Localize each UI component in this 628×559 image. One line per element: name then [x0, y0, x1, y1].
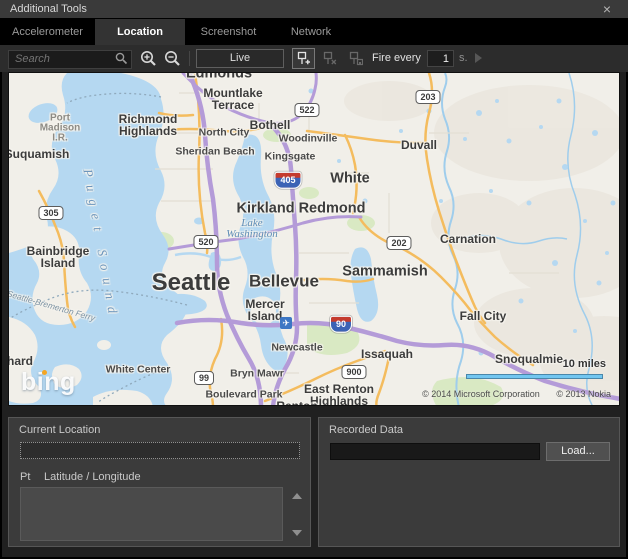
tab-location[interactable]: Location [95, 19, 185, 45]
map-label: Lake Washington [226, 218, 278, 240]
clear-pushpins-button[interactable] [318, 48, 341, 69]
map-canvas[interactable]: Edmonds Mountlake Terrace Port Madison I.R… [8, 72, 620, 406]
route-shield: 305 [38, 206, 63, 220]
tab-network[interactable]: Network [272, 19, 350, 45]
current-location-title: Current Location [19, 424, 100, 436]
zoom-out-icon[interactable] [164, 50, 182, 68]
current-location-panel: Current Location Pt Latitude / Longitude [8, 417, 311, 547]
additional-tools-window: Additional Tools × Accelerometer Locatio… [0, 0, 628, 559]
bing-logo-text: bing [21, 368, 76, 396]
save-pushpins-button[interactable] [344, 48, 367, 69]
bing-logo[interactable]: bing [21, 368, 76, 397]
map-label: Richmond Highlands [119, 113, 178, 137]
title-bar[interactable]: Additional Tools × [0, 0, 628, 19]
map-label: Carnation [440, 233, 496, 245]
map-label: North City [199, 128, 250, 139]
zoom-in-icon[interactable] [140, 50, 158, 68]
map-scale: 10 miles [466, 354, 606, 379]
route-shield: 522 [294, 103, 319, 117]
map-scale-bar [466, 374, 603, 379]
map-toolbar: Live Fire every s. [0, 45, 628, 72]
map-label: Woodinville [279, 134, 338, 145]
scroll-up-icon[interactable] [292, 493, 302, 499]
fire-interval-input[interactable] [427, 50, 454, 67]
route-shield: 405 [274, 172, 301, 189]
bing-logo-dot [42, 370, 47, 375]
map-label: Seattle [152, 271, 231, 295]
map-label: Bellevue [249, 272, 319, 289]
recorded-data-panel: Recorded Data Load... [318, 417, 620, 547]
column-header-pt: Pt [20, 471, 30, 483]
scroll-down-icon[interactable] [292, 530, 302, 536]
recorded-data-input[interactable] [330, 443, 540, 460]
recorded-data-title: Recorded Data [329, 424, 403, 436]
route-shield: 900 [341, 365, 366, 379]
map-label: Mountlake Terrace [203, 87, 262, 111]
route-shield: 202 [386, 236, 411, 250]
route-shield: 203 [415, 90, 440, 104]
map-label: Sammamish [342, 265, 427, 280]
window-title: Additional Tools [10, 3, 87, 15]
airport-icon: ✈ [280, 317, 292, 329]
tab-bar: Accelerometer Location Screenshot Networ… [0, 19, 628, 45]
search-input[interactable] [8, 50, 132, 69]
route-shield: 99 [194, 371, 214, 385]
map-label: Issaquah [361, 348, 413, 360]
map-label: Boulevard Park [205, 390, 282, 401]
map-label: White [330, 172, 369, 187]
map-attribution: © 2014 Microsoft Corporation © 2013 Noki… [408, 389, 611, 399]
close-icon[interactable]: × [598, 1, 616, 17]
map-scale-label: 10 miles [563, 358, 606, 370]
map-label: Sheridan Beach [175, 147, 254, 158]
seconds-label: s. [459, 52, 468, 64]
current-location-input[interactable] [20, 442, 300, 459]
map-label: Suquamish [8, 148, 69, 160]
map-label: White Center [106, 365, 171, 376]
play-icon[interactable] [475, 53, 482, 63]
fire-every-label: Fire every [372, 52, 421, 64]
attribution-microsoft: © 2014 Microsoft Corporation [422, 389, 540, 399]
toolbar-separator [189, 51, 190, 66]
route-shield: 90 [330, 316, 352, 333]
attribution-nokia: © 2013 Nokia [556, 389, 611, 399]
map-label: Mercer Island [245, 298, 284, 322]
map-label: Port Madison I.R. [40, 114, 81, 145]
map-label: Seattle-Bremerton Ferry [8, 289, 96, 322]
tab-screenshot[interactable]: Screenshot [185, 19, 272, 45]
map-label: hard [8, 355, 33, 367]
map-label: Kingsgate [265, 152, 316, 163]
map-label: Bothell [250, 119, 291, 131]
column-header-latlon: Latitude / Longitude [44, 471, 141, 483]
live-button[interactable]: Live [196, 49, 284, 68]
route-shield: 520 [193, 235, 218, 249]
map-label: Edmonds [186, 72, 252, 81]
points-listbox[interactable] [20, 487, 283, 541]
map-label: Bainbridge Island [27, 245, 90, 269]
add-pushpin-button[interactable] [292, 48, 315, 69]
load-button[interactable]: Load... [546, 442, 610, 461]
map-label: Bryn Mawr [230, 369, 284, 380]
map-label: Newcastle [271, 343, 322, 354]
map-label: Duvall [401, 139, 437, 151]
map-label: Renton [276, 400, 317, 406]
map-label: Fall City [460, 310, 507, 322]
tab-accelerometer[interactable]: Accelerometer [0, 19, 95, 45]
search-icon [115, 52, 128, 70]
map-label: Kirkland Redmond [237, 202, 366, 217]
